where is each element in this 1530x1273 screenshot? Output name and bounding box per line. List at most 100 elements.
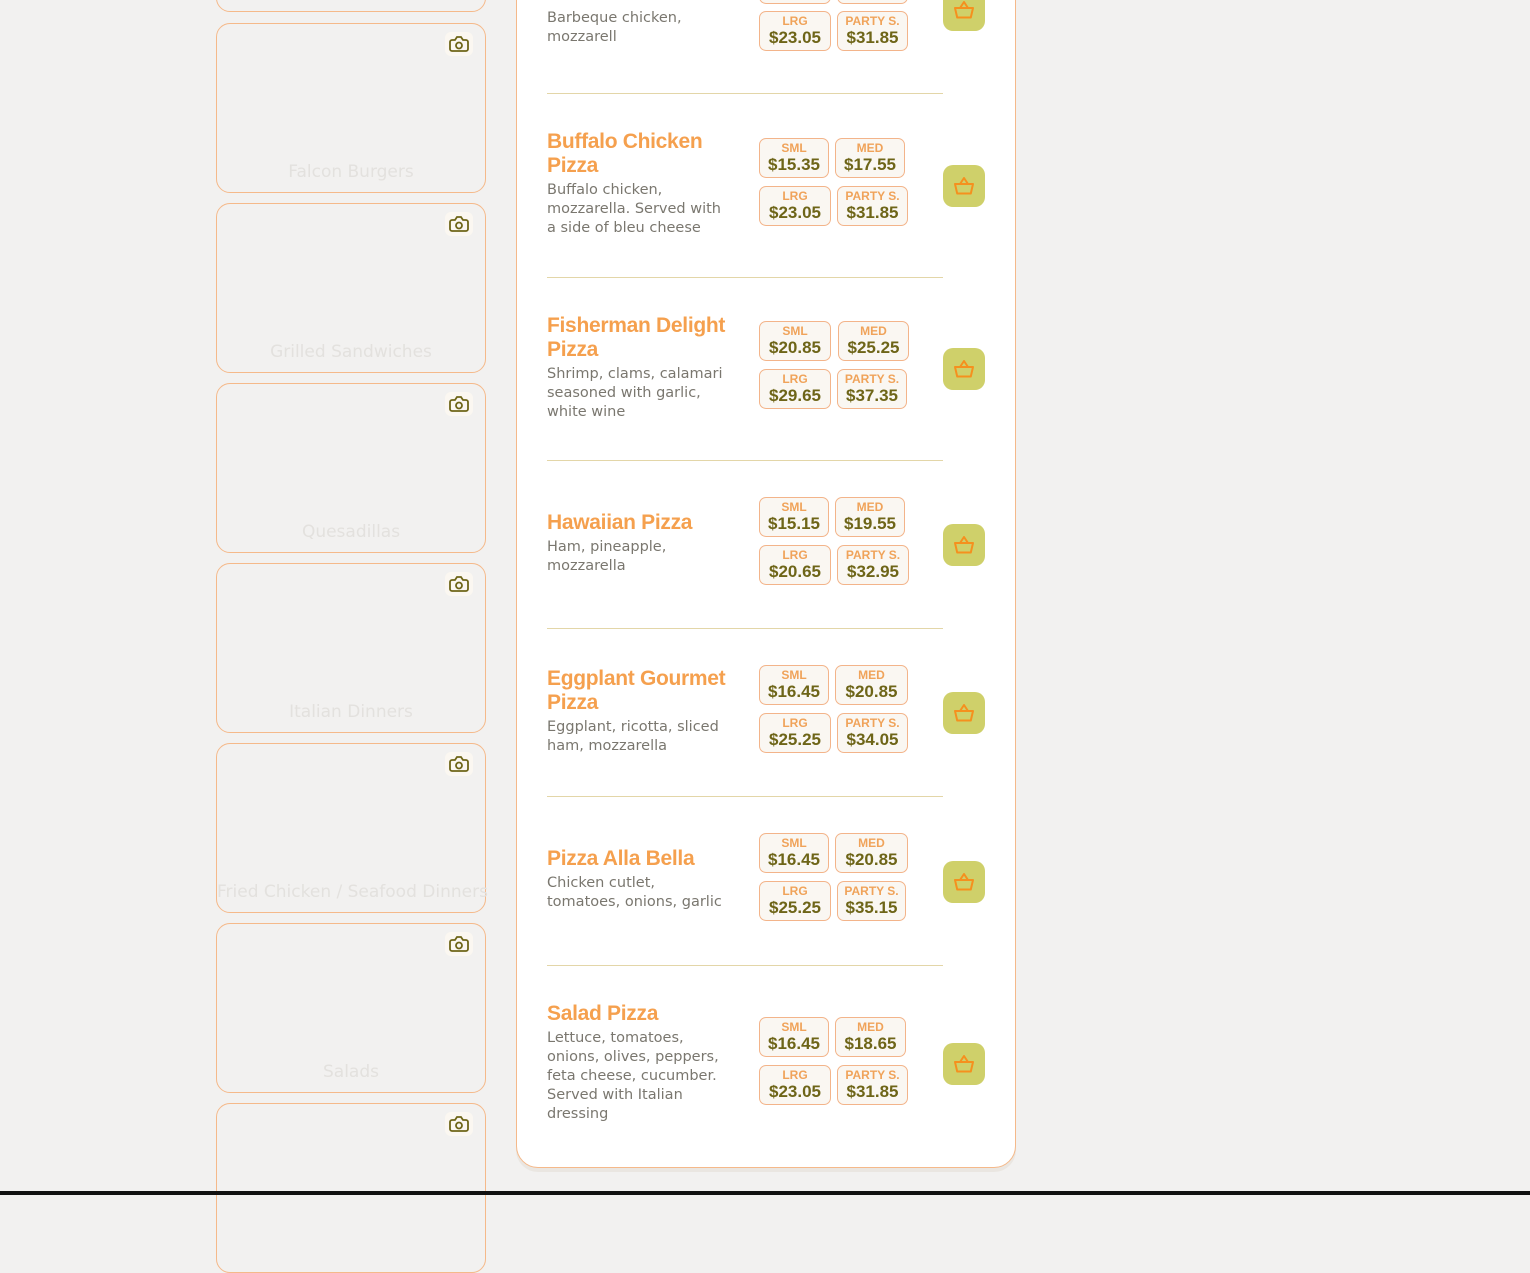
price-value: $20.85 (845, 850, 898, 869)
item-name: Buffalo Chicken Pizza (547, 130, 703, 177)
price-value: $16.45 (768, 850, 820, 869)
price-option-party[interactable]: PARTY S. $31.85 (837, 11, 908, 51)
price-option-med[interactable]: MED $25.25 (838, 321, 909, 361)
basket-icon (954, 873, 974, 891)
price-option-party[interactable]: PARTY S. $31.85 (837, 1065, 908, 1105)
price-option-med[interactable]: MED $19.55 (835, 497, 905, 537)
price-option-sml[interactable]: SML $16.45 (759, 833, 829, 873)
size-label: PARTY S. (845, 189, 900, 203)
price-value: $19.55 (844, 514, 896, 533)
size-label: PARTY S. (845, 716, 900, 730)
size-label: MED (857, 1020, 884, 1034)
item-divider (547, 460, 943, 461)
size-label: LRG (782, 14, 808, 28)
item-description: Eggplant, ricotta, sliced ham, mozzarell… (547, 719, 719, 754)
price-value: $25.25 (847, 338, 900, 357)
add-to-cart-button[interactable] (943, 165, 985, 207)
camera-icon (445, 932, 473, 956)
category-label: Salads (323, 1062, 379, 1082)
basket-icon (954, 360, 974, 378)
item-name: Fisherman Delight Pizza (547, 314, 726, 361)
size-label: MED (858, 668, 885, 682)
price-value: $23.05 (769, 1082, 821, 1101)
item-description: Chicken cutlet, tomatoes, onions, garlic (547, 875, 722, 910)
price-option-lrg[interactable]: LRG $23.05 (759, 11, 831, 51)
price-option-med[interactable]: MED $18.65 (835, 1017, 906, 1057)
price-option-sml[interactable]: SML $15.15 (759, 497, 829, 537)
item-divider (547, 796, 943, 797)
category-card-falcon-burgers[interactable]: Falcon Burgers (216, 23, 486, 193)
category-card-italian-dinners[interactable]: Italian Dinners (216, 563, 486, 733)
price-option-party[interactable]: PARTY S. $34.05 (837, 713, 908, 753)
price-value: $16.45 (768, 1034, 820, 1053)
size-label: MED (856, 141, 884, 155)
price-option-med[interactable]: MED $17.55 (835, 138, 905, 178)
category-label: Grilled Sandwiches (270, 342, 432, 362)
category-card-grilled-sandwiches[interactable]: Grilled Sandwiches (216, 203, 486, 373)
add-to-cart-button[interactable] (943, 692, 985, 734)
size-label: LRG (782, 1068, 808, 1082)
price-option-lrg[interactable]: LRG $29.65 (759, 369, 831, 409)
price-option-med[interactable]: MED $20.85 (835, 833, 908, 873)
category-card-fried-chicken-seafood[interactable]: Fried Chicken / Seafood Dinners (216, 743, 488, 913)
item-name: Hawaiian Pizza (547, 511, 693, 534)
price-option-party[interactable]: PARTY S. $37.35 (837, 369, 907, 409)
item-description: Barbeque chicken, mozzarell (547, 10, 682, 45)
item-description: Buffalo chicken, mozzarella. Served with… (547, 182, 721, 236)
price-value: $20.65 (769, 562, 821, 581)
price-option-med[interactable]: MED $20.85 (835, 665, 908, 705)
item-divider (547, 965, 943, 966)
price-value: $20.85 (845, 682, 898, 701)
price-value: $20.85 (769, 338, 821, 357)
price-option-sml[interactable]: SML $16.45 (759, 665, 829, 705)
item-divider (547, 277, 943, 278)
price-value: $16.45 (768, 682, 820, 701)
size-label: SML (781, 836, 807, 850)
price-value: $17.55 (844, 155, 896, 174)
size-label: PARTY S. (845, 14, 900, 28)
add-to-cart-button[interactable] (943, 0, 985, 31)
price-option-sml[interactable]: SML $16.45 (759, 1017, 829, 1057)
size-label: SML (781, 500, 807, 514)
camera-icon (445, 32, 473, 56)
camera-icon (445, 572, 473, 596)
size-label: MED (860, 324, 887, 338)
price-option-party[interactable]: PARTY S. $32.95 (837, 545, 909, 585)
price-option-lrg[interactable]: LRG $25.25 (759, 881, 831, 921)
price-value: $18.65 (844, 1034, 897, 1053)
camera-icon (445, 212, 473, 236)
price-value: $31.85 (846, 1082, 899, 1101)
price-option-sml[interactable]: SML $15.35 (759, 138, 829, 178)
price-option-lrg[interactable]: LRG $23.05 (759, 186, 831, 226)
price-option-party[interactable]: PARTY S. $31.85 (837, 186, 908, 226)
basket-icon (954, 704, 974, 722)
category-card[interactable] (216, 0, 486, 12)
size-label: PARTY S. (845, 548, 901, 562)
price-option-med[interactable] (837, 0, 908, 4)
basket-icon (954, 536, 974, 554)
camera-icon (445, 752, 473, 776)
price-option-lrg[interactable]: LRG $25.25 (759, 713, 831, 753)
price-option-sml[interactable] (759, 0, 831, 4)
add-to-cart-button[interactable] (943, 348, 985, 390)
add-to-cart-button[interactable] (943, 861, 985, 903)
price-value: $15.35 (768, 155, 820, 174)
add-to-cart-button[interactable] (943, 524, 985, 566)
price-option-party[interactable]: PARTY S. $35.15 (837, 881, 906, 921)
price-value: $29.65 (769, 386, 821, 405)
category-card[interactable] (216, 1103, 486, 1273)
bottom-edge-bar (0, 1191, 1530, 1195)
camera-icon (445, 1112, 473, 1136)
price-option-lrg[interactable]: LRG $20.65 (759, 545, 831, 585)
size-label: PARTY S. (844, 372, 900, 386)
price-option-lrg[interactable]: LRG $23.05 (759, 1065, 831, 1105)
item-description: Shrimp, clams, calamari seasoned with ga… (547, 366, 723, 420)
price-value: $23.05 (769, 28, 821, 47)
category-card-salads[interactable]: Salads (216, 923, 486, 1093)
price-option-sml[interactable]: SML $20.85 (759, 321, 831, 361)
add-to-cart-button[interactable] (943, 1043, 985, 1085)
size-label: SML (781, 668, 807, 682)
category-card-quesadillas[interactable]: Quesadillas (216, 383, 486, 553)
price-value: $23.05 (769, 203, 821, 222)
size-label: LRG (782, 548, 808, 562)
